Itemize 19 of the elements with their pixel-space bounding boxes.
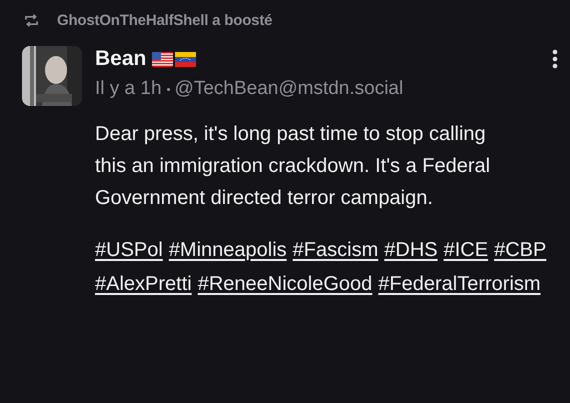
hashtag-link[interactable]: #FederalTerrorism [378, 268, 541, 300]
hashtag-link[interactable]: #DHS [384, 234, 438, 266]
post-time: Il y a 1h [95, 78, 162, 100]
hashtag-link[interactable]: #AlexPretti [95, 268, 192, 300]
hashtag-link[interactable]: #Fascism [292, 234, 378, 266]
boost-label: GhostOnTheHalfShell a boosté [57, 12, 272, 28]
hashtag-link[interactable]: #ReneeNicoleGood [198, 268, 372, 300]
hashtag-link[interactable]: #USPol [95, 234, 163, 266]
post-text: Dear press, it's long past time to stop calling this an immigration crackdown. It's a Federal Government directed terror campaign. [95, 122, 492, 211]
boost-icon [24, 14, 39, 26]
flag-icon [175, 52, 196, 66]
hashtag-link[interactable]: #Minneapolis [168, 234, 287, 266]
hashtag-link[interactable]: #ICE [444, 234, 488, 266]
more-icon[interactable] [552, 49, 558, 69]
author-name[interactable]: Bean [95, 47, 146, 71]
hashtag-link[interactable]: #CBP [494, 234, 546, 266]
separator-icon [166, 88, 170, 90]
flag-icon [152, 52, 174, 66]
user-handle[interactable]: @TechBean@mstdn.social [174, 78, 404, 100]
